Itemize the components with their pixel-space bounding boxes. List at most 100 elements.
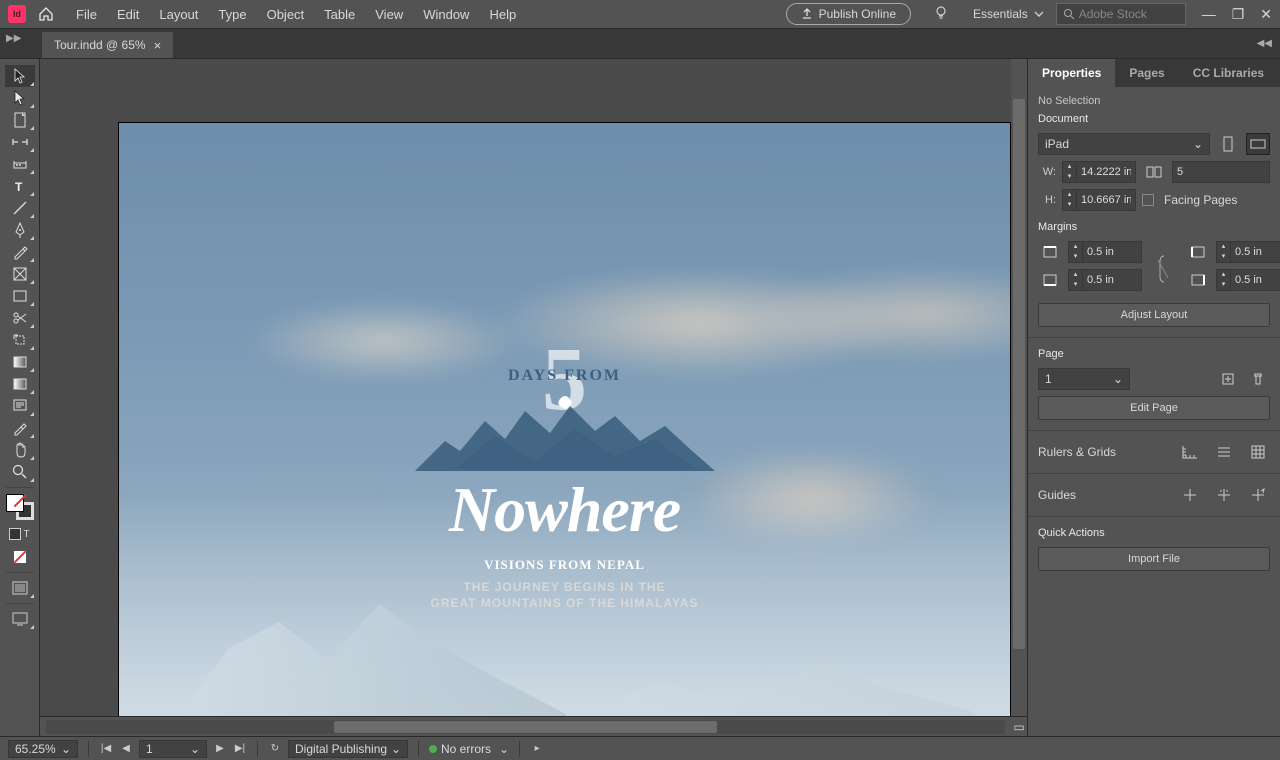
menu-layout[interactable]: Layout	[149, 3, 208, 26]
hand-tool[interactable]	[5, 439, 35, 461]
pages-count-input[interactable]	[1172, 161, 1270, 183]
maximize-button[interactable]: ❐	[1232, 6, 1245, 23]
properties-panel: Properties Pages CC Libraries No Selecti…	[1027, 59, 1280, 736]
vertical-scrollbar[interactable]	[1011, 59, 1027, 716]
view-mode-toggle[interactable]	[5, 577, 35, 599]
intent-dropdown[interactable]: Digital Publishing⌄	[288, 740, 408, 758]
note-tool[interactable]	[5, 395, 35, 417]
last-page-button[interactable]: ▶|	[233, 743, 247, 754]
new-page-icon[interactable]	[1216, 368, 1240, 390]
minimize-button[interactable]: —	[1202, 6, 1216, 23]
upload-icon	[801, 8, 813, 20]
status-menu-button[interactable]: ▸	[530, 743, 544, 754]
gap-tool[interactable]	[5, 131, 35, 153]
width-label: W:	[1038, 166, 1056, 178]
width-input[interactable]: ▴▾	[1062, 161, 1136, 183]
preflight-status[interactable]: No errors⌄	[429, 742, 509, 756]
first-page-button[interactable]: |◀	[99, 743, 113, 754]
orientation-portrait-button[interactable]	[1216, 133, 1240, 155]
document-grid-icon[interactable]	[1246, 441, 1270, 463]
learn-icon[interactable]	[933, 5, 951, 23]
document-page[interactable]: 5 DAYS FROM Nowhere VISIONS FROM NEPAL T…	[118, 122, 1011, 716]
chevron-down-icon: ⌄	[190, 742, 200, 756]
menu-object[interactable]: Object	[257, 3, 315, 26]
margin-left-input[interactable]: ▴▾	[1216, 241, 1280, 263]
menu-file[interactable]: File	[66, 3, 107, 26]
snap-guides-icon[interactable]	[1212, 484, 1236, 506]
page-nav-dropdown[interactable]: 1⌄	[139, 740, 207, 758]
scissors-tool[interactable]	[5, 307, 35, 329]
page-dropdown[interactable]: 1⌄	[1038, 368, 1130, 390]
split-view-icon[interactable]: ▭	[1011, 720, 1027, 734]
close-button[interactable]: ✕	[1260, 6, 1272, 23]
import-file-button[interactable]: Import File	[1038, 547, 1270, 571]
page-tool[interactable]	[5, 109, 35, 131]
margin-right-input[interactable]: ▴▾	[1216, 269, 1280, 291]
selection-status: No Selection	[1038, 95, 1270, 107]
section-rulers: Rulers & Grids	[1038, 441, 1270, 463]
rulers-icon[interactable]	[1178, 441, 1202, 463]
canvas-viewport[interactable]: 5 DAYS FROM Nowhere VISIONS FROM NEPAL T…	[40, 59, 1027, 716]
eyedropper-tool[interactable]	[5, 417, 35, 439]
pencil-tool[interactable]	[5, 241, 35, 263]
smart-guides-icon[interactable]	[1246, 484, 1270, 506]
container-format-toggle[interactable]: T	[5, 523, 35, 545]
workspace-switcher[interactable]: Essentials	[973, 7, 1044, 21]
fill-stroke-swatch[interactable]	[6, 494, 34, 520]
screen-mode-toggle[interactable]	[5, 608, 35, 630]
document-tabs: ▶▶ Tour.indd @ 65% × ◀◀	[0, 29, 1280, 59]
gradient-swatch-tool[interactable]	[5, 351, 35, 373]
line-tool[interactable]	[5, 197, 35, 219]
menu-type[interactable]: Type	[208, 3, 256, 26]
workarea: T T	[0, 59, 1280, 736]
zoom-tool[interactable]	[5, 461, 35, 483]
menu-window[interactable]: Window	[413, 3, 479, 26]
tab-title: Tour.indd @ 65%	[54, 38, 146, 52]
open-dialog-icon[interactable]: ↻	[268, 743, 282, 754]
height-input[interactable]: ▴▾	[1062, 189, 1136, 211]
menu-view[interactable]: View	[365, 3, 413, 26]
direct-selection-tool[interactable]	[5, 87, 35, 109]
apply-color-none[interactable]	[5, 546, 35, 568]
selection-tool[interactable]	[5, 65, 35, 87]
orientation-landscape-button[interactable]	[1246, 133, 1270, 155]
expand-panels-left-icon[interactable]: ▶▶	[6, 33, 21, 44]
tab-cc-libraries[interactable]: CC Libraries	[1179, 59, 1278, 87]
prev-page-button[interactable]: ◀	[119, 743, 133, 754]
tab-close-icon[interactable]: ×	[154, 38, 162, 53]
chevron-down-icon: ⌄	[1193, 137, 1203, 151]
rectangle-tool[interactable]	[5, 285, 35, 307]
tab-pages[interactable]: Pages	[1115, 59, 1178, 87]
show-guides-icon[interactable]	[1178, 484, 1202, 506]
free-transform-tool[interactable]	[5, 329, 35, 351]
expand-panels-right-icon[interactable]: ◀◀	[1257, 38, 1272, 49]
publish-online-button[interactable]: Publish Online	[786, 3, 911, 25]
type-tool[interactable]: T	[5, 175, 35, 197]
baseline-grid-icon[interactable]	[1212, 441, 1236, 463]
horizontal-scrollbar[interactable]	[46, 720, 1005, 734]
next-page-button[interactable]: ▶	[213, 743, 227, 754]
tools-panel: T T	[0, 59, 40, 736]
canvas-area: 5 DAYS FROM Nowhere VISIONS FROM NEPAL T…	[40, 59, 1027, 736]
adjust-layout-button[interactable]: Adjust Layout	[1038, 303, 1270, 327]
document-tab[interactable]: Tour.indd @ 65% ×	[42, 32, 173, 58]
menu-help[interactable]: Help	[479, 3, 526, 26]
facing-pages-checkbox[interactable]	[1142, 194, 1154, 206]
tab-properties[interactable]: Properties	[1028, 59, 1115, 87]
stock-search[interactable]: Adobe Stock	[1056, 3, 1186, 25]
margin-top-input[interactable]: ▴▾	[1068, 241, 1142, 263]
menu-table[interactable]: Table	[314, 3, 365, 26]
page-preset-dropdown[interactable]: iPad ⌄	[1038, 133, 1210, 155]
delete-page-icon[interactable]	[1246, 368, 1270, 390]
edit-page-button[interactable]: Edit Page	[1038, 396, 1270, 420]
rectangle-frame-tool[interactable]	[5, 263, 35, 285]
zoom-dropdown[interactable]: 65.25%⌄	[8, 740, 78, 758]
gradient-feather-tool[interactable]	[5, 373, 35, 395]
content-collector-tool[interactable]	[5, 153, 35, 175]
margin-bottom-input[interactable]: ▴▾	[1068, 269, 1142, 291]
pen-tool[interactable]	[5, 219, 35, 241]
margin-top-icon	[1038, 241, 1062, 263]
home-icon[interactable]	[38, 6, 54, 22]
link-margins-icon[interactable]	[1158, 254, 1170, 284]
menu-edit[interactable]: Edit	[107, 3, 149, 26]
